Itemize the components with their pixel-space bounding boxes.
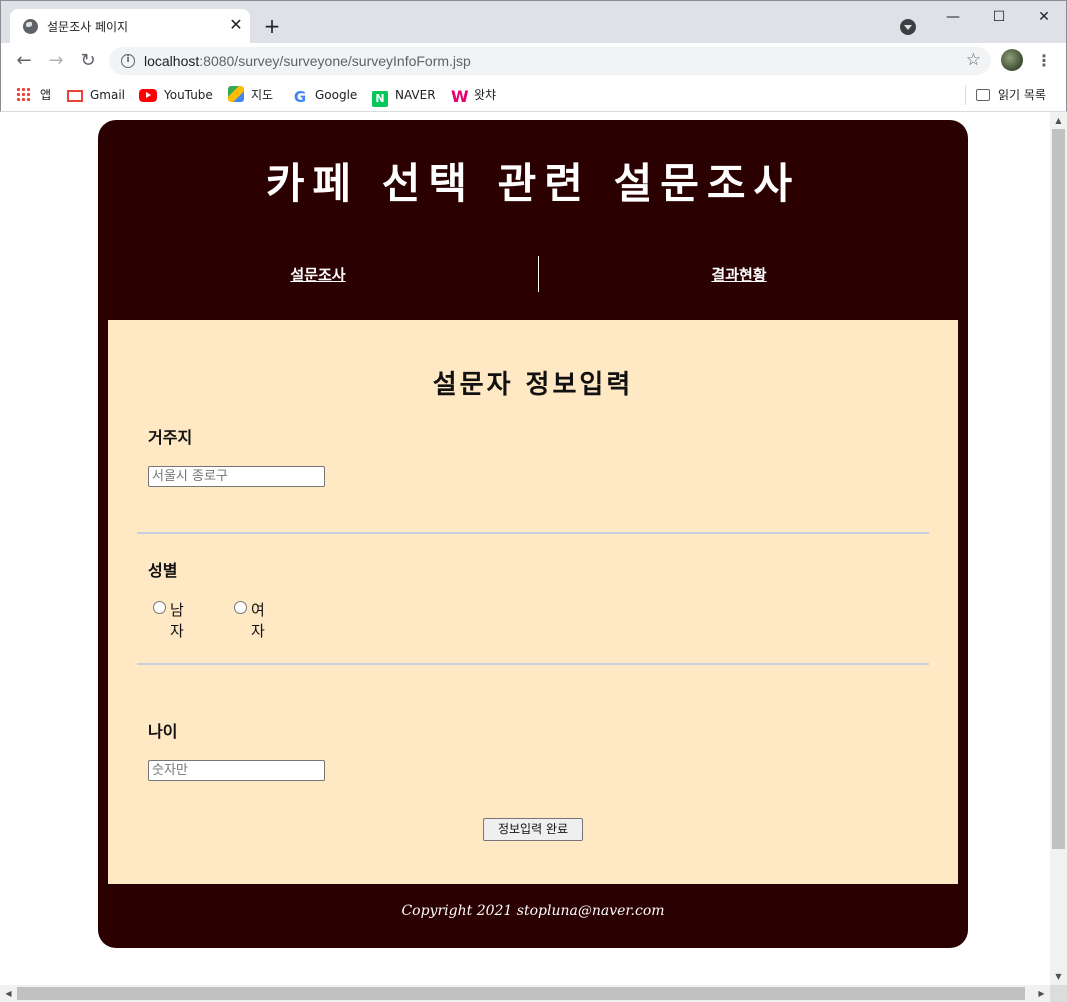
gender-option-male-label[interactable]: 남자 xyxy=(170,599,184,641)
browser-tab[interactable]: 설문조사 페이지 ✕ xyxy=(10,9,250,44)
tab-search-icon[interactable] xyxy=(900,19,916,35)
maximize-button[interactable]: ☐ xyxy=(976,1,1022,33)
nav-link-results[interactable]: 결과현황 xyxy=(524,264,954,285)
info-icon[interactable]: i xyxy=(121,54,135,68)
naver-icon: N xyxy=(372,91,388,107)
section-divider xyxy=(137,532,929,534)
vertical-scrollbar[interactable]: ▲ ▼ xyxy=(1050,112,1067,985)
bookmark-google[interactable]: G Google xyxy=(292,85,357,105)
gender-radio-female[interactable] xyxy=(234,601,247,614)
gender-radio-male[interactable] xyxy=(153,601,166,614)
bookmark-gmail[interactable]: Gmail xyxy=(67,85,125,105)
browser-chrome: 설문조사 페이지 ✕ + — ☐ ✕ ← → ↻ i localhost:808… xyxy=(0,0,1067,112)
age-input[interactable] xyxy=(148,760,325,781)
vertical-scroll-thumb[interactable] xyxy=(1052,129,1065,849)
bookmark-star-icon[interactable]: ☆ xyxy=(966,50,981,70)
form-title: 설문자 정보입력 xyxy=(432,370,634,400)
youtube-icon xyxy=(139,89,157,102)
scroll-left-arrow-icon[interactable]: ◀ xyxy=(0,985,17,1002)
new-tab-button[interactable]: + xyxy=(261,15,283,37)
apps-grid-icon xyxy=(16,87,30,101)
back-button[interactable]: ← xyxy=(12,49,36,73)
scrollbar-corner xyxy=(1050,985,1067,1002)
tab-close-button[interactable]: ✕ xyxy=(227,16,245,34)
menu-dots-icon[interactable]: ⋮ xyxy=(1036,49,1052,73)
scroll-right-arrow-icon[interactable]: ▶ xyxy=(1033,985,1050,1002)
close-window-button[interactable]: ✕ xyxy=(1021,1,1067,33)
scroll-down-arrow-icon[interactable]: ▼ xyxy=(1050,968,1067,985)
gender-option-female-label[interactable]: 여자 xyxy=(251,599,265,641)
nav-link-survey[interactable]: 설문조사 xyxy=(103,264,533,285)
profile-avatar[interactable] xyxy=(1001,49,1023,71)
reading-list-icon xyxy=(976,89,990,101)
page-viewport: 카페 선택 관련 설문조사 설문조사 결과현황 설문자 정보입력 거주지 성별 … xyxy=(0,112,1050,985)
url-text[interactable]: localhost:8080/survey/surveyone/surveyIn… xyxy=(144,53,471,69)
scroll-up-arrow-icon[interactable]: ▲ xyxy=(1050,112,1067,129)
footer-copyright: Copyright 2021 stopluna@naver.com xyxy=(401,903,665,919)
gender-label: 성별 xyxy=(148,561,178,580)
reload-button[interactable]: ↻ xyxy=(76,49,100,73)
google-icon: G xyxy=(293,88,307,106)
tab-title: 설문조사 페이지 xyxy=(47,20,129,34)
site-title: 카페 선택 관련 설문조사 xyxy=(265,159,801,208)
globe-icon xyxy=(23,19,38,34)
bookmark-watcha[interactable]: W 왓챠 xyxy=(451,85,496,105)
maps-icon xyxy=(228,86,244,102)
minimize-button[interactable]: — xyxy=(930,1,976,33)
bookmark-apps[interactable]: 앱 xyxy=(16,85,51,105)
residence-input[interactable] xyxy=(148,466,325,487)
age-label: 나이 xyxy=(148,722,178,741)
section-divider xyxy=(137,663,929,665)
reading-list[interactable]: 읽기 목록 xyxy=(965,85,1046,105)
site-nav: 설문조사 결과현황 xyxy=(98,256,968,292)
browser-toolbar: ← → ↻ i localhost:8080/survey/surveyone/… xyxy=(0,43,1067,79)
tab-strip: 설문조사 페이지 ✕ + — ☐ ✕ xyxy=(0,0,1067,44)
residence-label: 거주지 xyxy=(148,428,193,447)
horizontal-scrollbar[interactable]: ◀ ▶ xyxy=(0,985,1050,1002)
bookmark-naver[interactable]: N NAVER xyxy=(372,85,436,107)
survey-card: 카페 선택 관련 설문조사 설문조사 결과현황 설문자 정보입력 거주지 성별 … xyxy=(98,120,968,948)
gmail-icon xyxy=(67,90,83,102)
forward-button[interactable]: → xyxy=(44,49,68,73)
address-bar[interactable]: i localhost:8080/survey/surveyone/survey… xyxy=(109,47,991,75)
submit-info-button[interactable]: 정보입력 완료 xyxy=(483,818,583,841)
watcha-icon: W xyxy=(451,87,469,106)
bookmark-youtube[interactable]: YouTube xyxy=(139,85,213,105)
form-section: 설문자 정보입력 거주지 성별 남자 여자 나이 정보입력 완료 xyxy=(108,320,958,884)
bookmarks-bar: 앱 Gmail YouTube 지도 G Google N NAVER W 왓챠 읽기… xyxy=(0,79,1067,112)
bookmark-maps[interactable]: 지도 xyxy=(228,85,273,105)
horizontal-scroll-thumb[interactable] xyxy=(17,987,1025,1000)
